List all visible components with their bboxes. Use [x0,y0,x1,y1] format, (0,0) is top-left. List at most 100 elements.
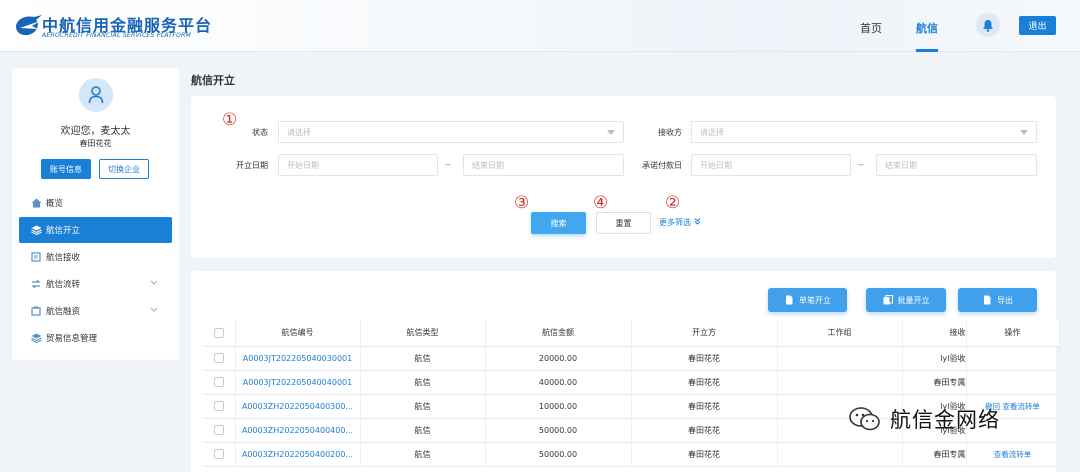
open-date-start-input[interactable]: 开始日期 [278,154,438,176]
home-icon [30,197,42,209]
credit-type-cell: 航信 [360,346,486,371]
pay-date-start-input[interactable]: 开始日期 [691,154,851,176]
column-header[interactable]: 操作 [966,320,1060,347]
sidebar-item-label: 航信流转 [46,280,81,290]
bell-icon [983,19,993,32]
sidebar-item-transfer[interactable]: 航信流转 [19,271,172,297]
issuer-cell: 春田花花 [631,346,778,371]
pay-date-end-input[interactable]: 结束日期 [876,154,1037,176]
switch-company-button[interactable]: 切换企业 [99,159,149,179]
sidebar-item-trade[interactable]: 贸易信息管理 [19,325,172,351]
avatar [79,78,113,112]
single-open-label: 单笔开立 [799,295,831,305]
nav-hangxin[interactable]: 航信 [916,20,938,36]
row-checkbox[interactable] [213,353,224,363]
row-checkbox[interactable] [213,401,224,411]
single-open-button[interactable]: 单笔开立 [768,288,847,312]
column-header[interactable]: 航信金额 [485,320,632,347]
credit-id-link[interactable]: A0003JT202205040030001 [235,346,361,371]
export-button[interactable]: 导出 [958,288,1037,312]
receiver-label: 接收方 [658,128,682,137]
row-select-cell[interactable] [203,370,236,395]
trade-icon [30,332,42,344]
row-select-cell[interactable] [203,394,236,419]
annotation-2: ② [665,193,681,213]
nav-active-indicator [916,49,938,52]
document-icon [786,295,793,305]
sidebar-item-label: 概览 [46,199,64,209]
row-select-cell[interactable] [203,442,236,467]
batch-open-label: 批量开立 [897,295,930,305]
company-name: 春田花花 [79,139,112,148]
status-label: 状态 [252,128,268,137]
reset-button[interactable]: 重置 [596,212,651,234]
account-info-button[interactable]: 账号信息 [41,159,91,179]
sidebar-item-issue[interactable]: 航信开立 [19,217,172,243]
select-all-cell[interactable] [203,320,236,347]
row-select-cell[interactable] [203,418,236,443]
amount-cell: 20000.00 [485,346,632,371]
credit-type-cell: 航信 [360,418,486,443]
row-checkbox[interactable] [213,449,224,459]
date-separator: -- [445,160,451,169]
row-select-cell[interactable] [203,346,236,371]
receiver-select[interactable]: 请选择 [691,121,1037,143]
receive-icon [30,251,42,263]
row-checkbox[interactable] [213,425,224,435]
more-filter-label: 更多筛选 [659,218,691,227]
amount-cell: 40000.00 [485,370,632,395]
copy-icon [883,295,893,305]
top-header: 中航信用金融服务平台 AEROCREDIT FINANCIAL SERVICES… [0,0,1080,52]
nav-home[interactable]: 首页 [860,20,882,36]
status-select[interactable]: 请选择 [278,121,624,143]
receiver-cell: lyl验收 [902,346,967,371]
credit-id-link[interactable]: A0003ZH2022050400300... [235,394,361,419]
welcome-text: 欢迎您，麦太太 [60,126,131,137]
more-filter-toggle[interactable]: 更多筛选 [659,217,701,228]
column-header[interactable]: 航信类型 [360,320,486,347]
row-checkbox[interactable] [213,377,224,387]
issuer-cell: 春田花花 [631,370,778,395]
receiver-cell: 春田专属 [902,370,967,395]
open-date-label: 开立日期 [236,161,268,170]
start-date-placeholder: 开始日期 [700,160,732,170]
operations-cell[interactable] [966,346,1060,371]
table-header-row: 航信编号 航信类型 航信金额 开立方 工作组 接收 操作 [203,320,1060,347]
issuer-cell: 春田花花 [631,394,778,419]
credit-type-cell: 航信 [360,394,486,419]
column-header[interactable]: 接收 [902,320,967,347]
column-header[interactable]: 航信编号 [235,320,361,347]
group-cell [777,370,903,395]
credit-id-link[interactable]: A0003JT202205040040001 [235,370,361,395]
column-header[interactable]: 工作组 [777,320,903,347]
finance-icon [30,305,42,317]
layers-icon [30,224,42,236]
operations-cell[interactable] [966,370,1060,395]
column-header[interactable]: 开立方 [631,320,778,347]
caret-down-icon [607,130,615,135]
notification-button[interactable] [976,13,1000,37]
credit-id-link[interactable]: A0003ZH2022050400400... [235,418,361,443]
amount-cell: 50000.00 [485,418,632,443]
sidebar-item-overview[interactable]: 概览 [19,190,172,216]
page-title: 航信开立 [191,74,235,87]
logout-button[interactable]: 退出 [1019,16,1056,35]
export-icon [984,295,991,305]
operations-cell[interactable]: 查看流转单 [966,442,1060,467]
select-all-checkbox[interactable] [213,327,224,338]
search-button[interactable]: 搜索 [531,212,586,234]
annotation-3: ③ [514,193,530,213]
sidebar-item-receive[interactable]: 航信接收 [19,244,172,270]
credit-id-link[interactable]: A0003ZH2022050400200... [235,442,361,467]
table-row: A0003JT202205040030001 航信 20000.00 春田花花 … [203,346,1060,371]
double-chevron-down-icon [694,218,700,225]
open-date-end-input[interactable]: 结束日期 [463,154,624,176]
start-date-placeholder: 开始日期 [287,160,319,170]
amount-cell: 10000.00 [485,394,632,419]
user-icon [88,86,104,104]
issuer-cell: 春田花花 [631,442,778,467]
batch-open-button[interactable]: 批量开立 [866,288,946,312]
receiver-placeholder: 请选择 [700,127,724,137]
sidebar-item-finance[interactable]: 航信融资 [19,298,172,324]
chevron-down-icon [150,307,158,312]
